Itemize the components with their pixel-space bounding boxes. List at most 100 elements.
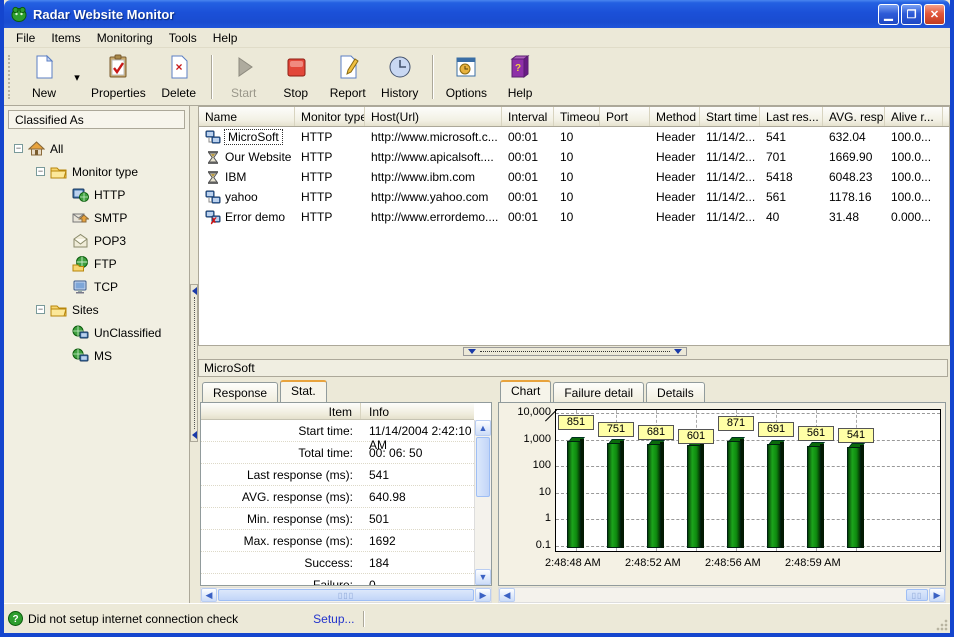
tree-item-ftp[interactable]: FTP: [8, 252, 185, 275]
menu-monitoring[interactable]: Monitoring: [89, 29, 161, 47]
splitter-dots: [194, 297, 195, 429]
scrollbar-thumb[interactable]: ▯▯▯: [218, 589, 474, 601]
column-header-port[interactable]: Port: [600, 107, 650, 126]
column-header-timeout[interactable]: Timeout: [554, 107, 600, 126]
tree-item-pop3[interactable]: POP3: [8, 229, 185, 252]
monitor-name: MicroSoft: [225, 130, 282, 144]
bar-label-connector: [736, 431, 737, 437]
monitor-row-yahoo[interactable]: yahooHTTPhttp://www.yahoo.com00:0110Head…: [199, 187, 949, 207]
scroll-down-icon[interactable]: ▼: [475, 569, 491, 585]
options-button[interactable]: Options: [439, 51, 494, 103]
close-button[interactable]: ✕: [924, 4, 945, 25]
help-button[interactable]: ? Help: [494, 51, 546, 103]
menu-help[interactable]: Help: [205, 29, 246, 47]
detail-row: Response Stat. ItemInfoStart time:11/14/…: [198, 380, 950, 603]
menu-file[interactable]: File: [8, 29, 43, 47]
horizontal-splitter-handle[interactable]: [463, 347, 687, 356]
status-separator: [363, 611, 364, 627]
expander-minus-icon[interactable]: −: [36, 305, 45, 314]
scroll-right-icon[interactable]: ▶: [475, 588, 491, 602]
tree-item-label: HTTP: [94, 188, 125, 202]
column-header-last-res[interactable]: Last res...: [760, 107, 823, 126]
chart-bar: [807, 442, 826, 548]
maximize-button[interactable]: ❐: [901, 4, 922, 25]
home-icon: [28, 141, 45, 157]
column-header-start-time[interactable]: Start time: [700, 107, 760, 126]
monitor-row-error-demo[interactable]: ✗Error demoHTTPhttp://www.errordemo....0…: [199, 207, 949, 227]
tree-item-smtp[interactable]: SMTP: [8, 206, 185, 229]
mail-send-icon: [72, 210, 89, 226]
vertical-splitter-handle[interactable]: [190, 284, 198, 442]
scrollbar-thumb[interactable]: [476, 437, 490, 497]
tree-item-ms[interactable]: MS: [8, 344, 185, 367]
monitor-row-ibm[interactable]: IBMHTTPhttp://www.ibm.com00:0110Header11…: [199, 167, 949, 187]
tree-item-http[interactable]: HTTP: [8, 183, 185, 206]
column-header-name[interactable]: Name: [199, 107, 295, 126]
tree-item-unclassified[interactable]: UnClassified: [8, 321, 185, 344]
tree-item-tcp[interactable]: TCP: [8, 275, 185, 298]
stat-horizontal-scrollbar[interactable]: ◀ ▯▯▯ ▶: [200, 587, 492, 603]
delete-button[interactable]: × Delete: [153, 51, 205, 103]
scroll-left-icon[interactable]: ◀: [201, 588, 217, 602]
globe-folder-icon: [72, 256, 89, 272]
column-header-item[interactable]: Item: [201, 403, 361, 419]
expander-minus-icon[interactable]: −: [14, 144, 23, 153]
tree-item-monitor-type[interactable]: −Monitor type: [8, 160, 185, 183]
vertical-splitter[interactable]: [190, 106, 198, 603]
collapse-left-icon: [192, 431, 197, 439]
stat-item-label: Start time:: [201, 420, 361, 441]
tab-details[interactable]: Details: [646, 382, 705, 403]
column-header-avg-resp[interactable]: AVG. resp...: [823, 107, 885, 126]
scrollbar-thumb[interactable]: ▯▯: [906, 589, 928, 601]
cell-start-time: 11/14/2...: [700, 127, 760, 147]
column-header-method[interactable]: Method: [650, 107, 700, 126]
report-button[interactable]: Report: [322, 51, 374, 103]
bar-front-face: [607, 443, 621, 549]
monitor-row-our-website[interactable]: Our WebsiteHTTPhttp://www.apicalsoft....…: [199, 147, 949, 167]
scroll-up-icon[interactable]: ▲: [475, 420, 491, 436]
history-button[interactable]: History: [374, 51, 426, 103]
tree-item-all[interactable]: −All: [8, 137, 185, 160]
start-button[interactable]: Start: [218, 51, 270, 103]
app-window: Radar Website Monitor ▁ ❐ ✕ FileItemsMon…: [0, 0, 954, 637]
setup-link[interactable]: Setup...: [313, 612, 354, 626]
scroll-right-icon[interactable]: ▶: [929, 588, 945, 602]
menu-tools[interactable]: Tools: [161, 29, 205, 47]
properties-button[interactable]: Properties: [84, 51, 153, 103]
toolbar-grip[interactable]: [8, 55, 16, 99]
chart-horizontal-scrollbar[interactable]: ◀ ▯▯ ▶: [498, 587, 946, 603]
site-icon: [72, 325, 89, 341]
stat-vertical-scrollbar[interactable]: ▲ ▼: [474, 420, 491, 585]
minimize-button[interactable]: ▁: [878, 4, 899, 25]
resize-grip[interactable]: [935, 618, 948, 631]
classification-tree: −All−Monitor type HTTP SMTPPOP3FTPTCP−Site…: [8, 129, 185, 367]
tree-item-sites[interactable]: −Sites: [8, 298, 185, 321]
tab-response[interactable]: Response: [202, 382, 278, 403]
stop-button[interactable]: Stop: [270, 51, 322, 103]
cell-interval: 00:01: [502, 187, 554, 207]
stat-item-value: 1692: [361, 530, 474, 551]
new-dropdown-arrow[interactable]: ▾: [70, 51, 84, 103]
column-header-host-url[interactable]: Host(Url): [365, 107, 502, 126]
column-header-monitor-type[interactable]: Monitor type: [295, 107, 365, 126]
scrollbar-track[interactable]: [515, 588, 905, 602]
stat-row-last-response-ms: Last response (ms):541: [201, 464, 474, 486]
horizontal-splitter[interactable]: [198, 346, 950, 357]
tab-failure-detail[interactable]: Failure detail: [553, 382, 644, 403]
menu-items[interactable]: Items: [43, 29, 88, 47]
monitor-row-microsoft[interactable]: MicroSoftHTTPhttp://www.microsoft.c...00…: [199, 127, 949, 147]
expander-minus-icon[interactable]: −: [36, 167, 45, 176]
scrollbar-track[interactable]: [475, 498, 491, 569]
scroll-left-icon[interactable]: ◀: [499, 588, 515, 602]
new-button[interactable]: New: [18, 51, 70, 103]
cell-host-url: http://www.apicalsoft....: [365, 147, 502, 167]
cell-alive-r: 100.0...: [885, 147, 943, 167]
tab-chart[interactable]: Chart: [500, 380, 551, 402]
cell-monitor-type: HTTP: [295, 127, 365, 147]
window-title: Radar Website Monitor: [33, 7, 876, 22]
column-header-info[interactable]: Info: [361, 403, 474, 419]
column-header-interval[interactable]: Interval: [502, 107, 554, 126]
cell-timeout: 10: [554, 167, 600, 187]
column-header-alive-r[interactable]: Alive r...: [885, 107, 943, 126]
tab-stat[interactable]: Stat.: [280, 380, 327, 402]
